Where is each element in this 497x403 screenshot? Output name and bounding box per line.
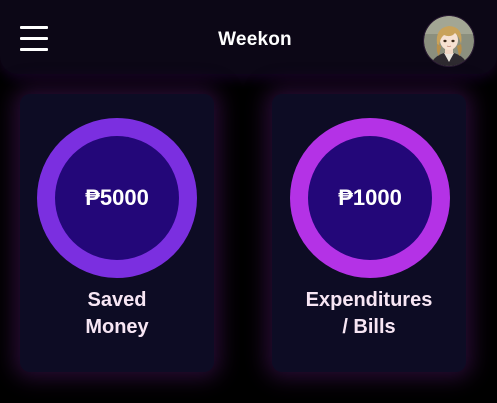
saved-money-label: Saved Money	[20, 287, 214, 341]
expenditures-ring: ₱1000	[290, 118, 450, 278]
saved-money-card[interactable]: ₱5000 Saved Money	[20, 94, 214, 372]
saved-money-amount: ₱5000	[85, 185, 149, 210]
top-app-bar: Weekon	[0, 0, 497, 74]
saved-money-label-line1: Saved	[87, 289, 147, 311]
expenditures-amount: ₱1000	[338, 185, 402, 210]
avatar-image	[424, 16, 474, 66]
expenditures-label-line1: Expenditures	[305, 289, 433, 311]
expenditures-bills-card[interactable]: ₱1000 Expenditures / Bills	[272, 94, 466, 372]
saved-money-label-line2: Money	[85, 316, 149, 338]
expenditures-label: Expenditures / Bills	[272, 287, 466, 341]
expenditures-label-line2: / Bills	[342, 316, 396, 338]
app-screen: Weekon ₱5000 Saved Money ₱1000 Expenditu…	[0, 0, 497, 403]
saved-money-ring: ₱5000	[37, 118, 197, 278]
expenditures-ring-inner: ₱1000	[308, 136, 432, 260]
user-avatar[interactable]	[424, 16, 474, 66]
saved-money-ring-inner: ₱5000	[55, 136, 179, 260]
app-title: Weekon	[218, 29, 292, 50]
